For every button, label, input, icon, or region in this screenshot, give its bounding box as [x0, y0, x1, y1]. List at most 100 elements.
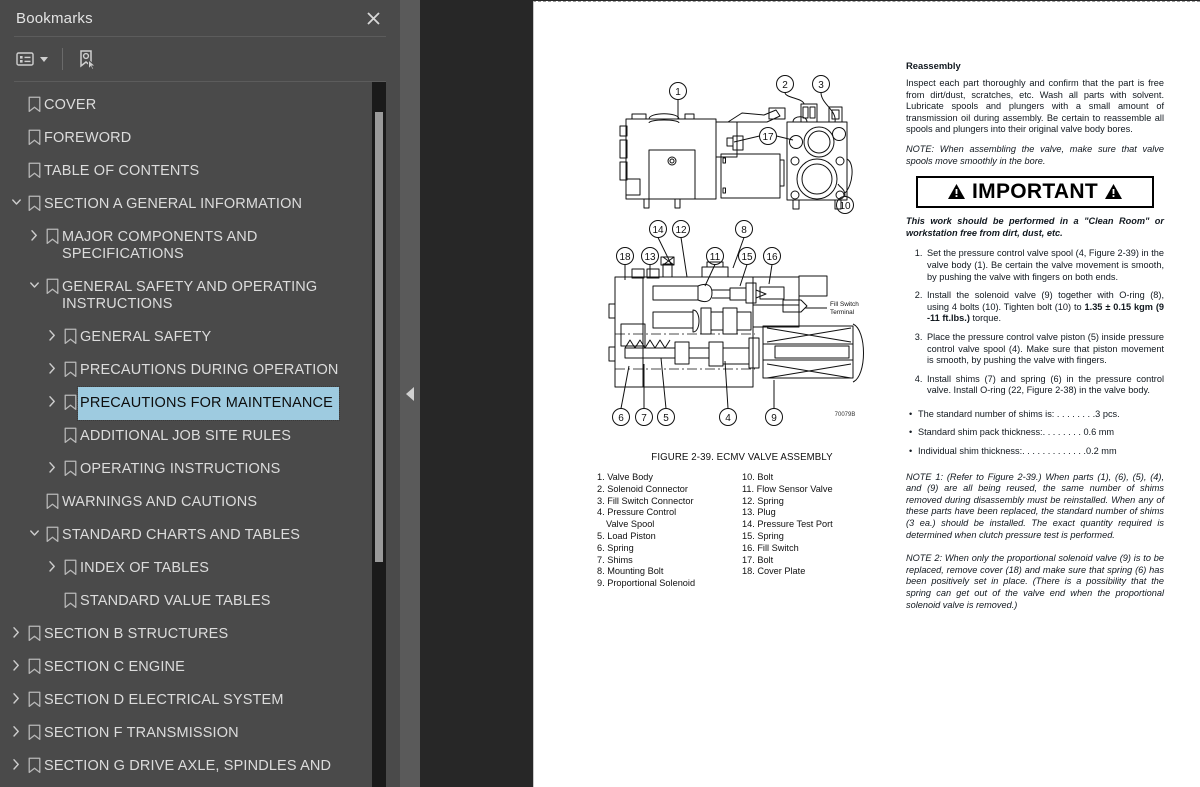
shim-spec-bullet-1: The standard number of shims is: . . . .… — [909, 409, 1164, 421]
reassembly-intro-paragraph: Inspect each part thoroughly and confirm… — [906, 78, 1164, 135]
bookmark-item-11[interactable]: WARNINGS AND CAUTIONS — [0, 486, 378, 519]
valve-assembly-drawing: 1 2 3 17 10 14 12 8 18 13 11 15 16 6 7 5… — [608, 75, 864, 426]
bookmark-icon-wrap — [60, 354, 80, 378]
bookmark-item-14[interactable]: STANDARD VALUE TABLES — [0, 585, 378, 618]
twisty-spacer — [26, 486, 42, 495]
bookmark-twisty[interactable] — [8, 651, 24, 671]
chevron-right-icon — [48, 561, 55, 572]
bookmark-item-13[interactable]: INDEX OF TABLES — [0, 552, 378, 585]
bookmark-item-17[interactable]: SECTION D ELECTRICAL SYSTEM — [0, 684, 378, 717]
bookmark-icon — [46, 228, 58, 245]
ecmv-valve-figure: 1 2 3 17 10 14 12 8 18 13 11 15 16 6 7 5… — [597, 64, 887, 444]
parts-list-entry: 12. Spring — [742, 495, 784, 506]
bookmark-item-label: INDEX OF TABLES — [80, 560, 210, 576]
bookmark-twisty[interactable] — [44, 354, 60, 374]
bookmark-item-12[interactable]: STANDARD CHARTS AND TABLES — [0, 519, 378, 552]
bookmark-item-0[interactable]: COVER — [0, 89, 378, 122]
bookmark-item-18[interactable]: SECTION F TRANSMISSION — [0, 717, 378, 750]
svg-text:13: 13 — [644, 252, 656, 263]
parts-list: 1. Valve Body 2. Solenoid Connector 3. Fil… — [597, 472, 887, 590]
bookmark-twisty[interactable] — [8, 188, 24, 208]
twisty-spacer — [44, 585, 60, 594]
bookmark-item-label: COVER — [44, 97, 97, 113]
twisty-spacer — [8, 89, 24, 98]
svg-text:18: 18 — [619, 252, 631, 263]
bookmark-item-1[interactable]: FOREWORD — [0, 122, 378, 155]
svg-text:6: 6 — [618, 413, 624, 424]
bookmark-twisty[interactable] — [26, 519, 42, 539]
bookmark-icon-wrap — [60, 585, 80, 609]
bookmark-item-15[interactable]: SECTION B STRUCTURES — [0, 618, 378, 651]
bookmark-icon-wrap — [60, 420, 80, 444]
reassembly-step-2: Install the solenoid valve (9) together … — [925, 290, 1164, 325]
sidebar-scrollbar-track[interactable] — [372, 82, 386, 787]
bookmark-item-7[interactable]: PRECAUTIONS DURING OPERATION — [0, 354, 378, 387]
bookmark-icon-wrap — [24, 717, 44, 741]
note-2: NOTE 2: When only the proportional solen… — [906, 553, 1164, 610]
document-viewer: 1 2 3 17 10 14 12 8 18 13 11 15 16 6 7 5… — [420, 0, 1200, 787]
bookmark-item-label: SECTION C ENGINE — [44, 659, 185, 675]
bookmark-item-2[interactable]: TABLE OF CONTENTS — [0, 155, 378, 188]
bookmark-twisty[interactable] — [8, 684, 24, 704]
svg-text:15: 15 — [741, 252, 753, 263]
list-options-button[interactable] — [16, 46, 48, 72]
bookmark-item-16[interactable]: SECTION C ENGINE — [0, 651, 378, 684]
chevron-down-icon — [40, 56, 48, 62]
bookmark-twisty[interactable] — [26, 271, 42, 291]
bookmark-icon — [64, 328, 76, 345]
svg-text:16: 16 — [766, 252, 778, 263]
bookmark-icon-wrap — [42, 221, 62, 245]
drawing-id: 70079B — [835, 412, 856, 418]
bookmark-item-5[interactable]: GENERAL SAFETY AND OPERATING INSTRUCTION… — [0, 271, 378, 321]
bookmark-item-6[interactable]: GENERAL SAFETY — [0, 321, 378, 354]
reassembly-steps: Set the pressure control valve spool (4,… — [906, 248, 1164, 397]
close-icon[interactable] — [360, 5, 386, 31]
parts-list-left-column: 1. Valve Body 2. Solenoid Connector 3. Fil… — [597, 472, 742, 590]
bookmark-icon — [64, 427, 76, 444]
bookmark-item-label: PRECAUTIONS FOR MAINTENANCE — [77, 386, 340, 421]
chevron-right-icon — [12, 627, 19, 638]
parts-list-entry: 11. Flow Sensor Valve — [742, 483, 833, 494]
bookmark-item-9[interactable]: ADDITIONAL JOB SITE RULES — [0, 420, 378, 453]
bookmark-item-19[interactable]: SECTION G DRIVE AXLE, SPINDLES AND — [0, 750, 378, 783]
bookmark-twisty[interactable] — [8, 717, 24, 737]
sidebar-scrollbar-thumb[interactable] — [375, 112, 383, 562]
bookmark-item-3[interactable]: SECTION A GENERAL INFORMATION — [0, 188, 378, 221]
bookmark-twisty[interactable] — [26, 221, 42, 241]
bookmark-item-label: SECTION G DRIVE AXLE, SPINDLES AND — [44, 758, 332, 774]
chevron-right-icon — [48, 462, 55, 473]
bookmark-icon — [64, 394, 76, 411]
bookmark-twisty[interactable] — [44, 387, 60, 407]
svg-text:14: 14 — [652, 225, 664, 236]
bookmark-twisty[interactable] — [44, 453, 60, 473]
chevron-right-icon — [30, 230, 37, 241]
reassembly-step-1: Set the pressure control valve spool (4,… — [925, 248, 1164, 283]
bookmark-item-4[interactable]: MAJOR COMPONENTS AND SPECIFICATIONS — [0, 221, 378, 271]
bookmark-icon — [64, 361, 76, 378]
bookmark-icon-wrap — [24, 684, 44, 708]
svg-text:3: 3 — [818, 80, 824, 91]
bookmarks-panel-title: Bookmarks — [16, 9, 93, 27]
bookmarks-tree[interactable]: COVER FOREWORD TABLE OF CONTENTS SECTION A … — [0, 82, 378, 787]
bookmark-item-8[interactable]: PRECAUTIONS FOR MAINTENANCE — [0, 386, 378, 421]
list-options-icon — [16, 52, 34, 66]
sidebar-collapse-handle[interactable] — [400, 0, 420, 787]
new-bookmark-button[interactable] — [77, 46, 98, 72]
bookmark-twisty[interactable] — [8, 618, 24, 638]
bookmark-icon — [46, 526, 58, 543]
bookmark-item-label: SECTION B STRUCTURES — [44, 626, 229, 642]
parts-list-entry: 2. Solenoid Connector — [597, 483, 688, 494]
reassembly-note: NOTE: When assembling the valve, make su… — [906, 143, 1164, 166]
new-bookmark-icon — [80, 49, 97, 70]
bookmark-twisty[interactable] — [8, 750, 24, 770]
shim-spec-bullets: The standard number of shims is: . . . .… — [906, 409, 1164, 458]
bookmark-twisty[interactable] — [44, 321, 60, 341]
figure-column: 1 2 3 17 10 14 12 8 18 13 11 15 16 6 7 5… — [597, 64, 887, 590]
svg-text:7: 7 — [641, 413, 647, 424]
bookmark-icon — [28, 691, 40, 708]
bookmark-item-10[interactable]: OPERATING INSTRUCTIONS — [0, 453, 378, 486]
bookmark-item-label: SECTION F TRANSMISSION — [44, 725, 239, 741]
svg-text:1: 1 — [675, 87, 681, 98]
bookmark-twisty[interactable] — [44, 552, 60, 572]
chevron-right-icon — [12, 693, 19, 704]
